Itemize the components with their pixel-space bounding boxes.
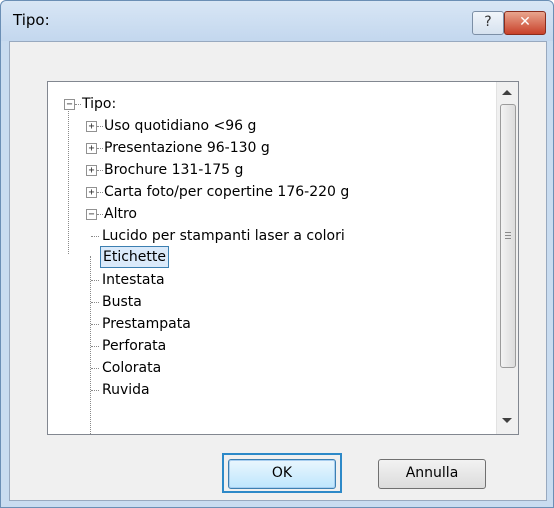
vertical-scrollbar[interactable] [496, 82, 518, 434]
close-button[interactable]: ✕ [504, 11, 546, 35]
grip-line [505, 232, 511, 233]
tree-item-lucido[interactable]: Lucido per stampanti laser a colori [102, 225, 345, 247]
tree-connector [91, 302, 99, 303]
cancel-button[interactable]: Annulla [378, 459, 486, 489]
title-bar[interactable]: Tipo: ? ✕ [1, 1, 553, 41]
tree-connector [97, 148, 103, 149]
collapse-icon[interactable]: − [64, 99, 75, 110]
tree-connector [75, 104, 81, 105]
tree-item-prestampata[interactable]: Prestampata [102, 313, 191, 335]
tree-item-etichette-selected[interactable]: Etichette [100, 246, 169, 268]
tree-connector [97, 170, 103, 171]
tree-connector [91, 280, 99, 281]
tree-connector [97, 214, 103, 215]
expand-icon[interactable]: + [86, 165, 97, 176]
grip-line [505, 238, 511, 239]
expand-icon[interactable]: + [86, 121, 97, 132]
expand-icon[interactable]: + [86, 143, 97, 154]
scroll-down-icon[interactable] [502, 418, 512, 423]
tree-root-label[interactable]: Tipo: [82, 93, 116, 115]
tree-item-ruvida[interactable]: Ruvida [102, 379, 150, 401]
dialog-content: − Tipo: + Uso quotidiano <96 g + Present… [9, 41, 547, 501]
type-tree-view[interactable]: − Tipo: + Uso quotidiano <96 g + Present… [47, 81, 519, 435]
collapse-icon[interactable]: − [86, 209, 97, 220]
grip-line [505, 235, 511, 236]
tree-item-perforata[interactable]: Perforata [102, 335, 166, 357]
tree-item-intestata[interactable]: Intestata [102, 269, 165, 291]
expand-icon[interactable]: + [86, 187, 97, 198]
tree-body: − Tipo: + Uso quotidiano <96 g + Present… [48, 82, 496, 434]
tree-connector [90, 256, 91, 434]
tree-item-carta-foto[interactable]: Carta foto/per copertine 176-220 g [104, 181, 349, 203]
tree-item-busta[interactable]: Busta [102, 291, 142, 313]
dialog-window: Tipo: ? ✕ − Tipo: + Uso quotidiano <96 g… [0, 0, 554, 508]
ok-button[interactable]: OK [228, 459, 336, 489]
scrollbar-thumb[interactable] [500, 104, 516, 368]
tree-connector [91, 390, 99, 391]
tree-connector [97, 126, 103, 127]
tree-connector [97, 192, 103, 193]
tree-connector [91, 236, 99, 237]
tree-connector [91, 324, 99, 325]
dialog-title: Tipo: [13, 11, 50, 29]
tree-item-altro[interactable]: Altro [104, 203, 137, 225]
tree-item-uso-quotidiano[interactable]: Uso quotidiano <96 g [104, 115, 256, 137]
tree-connector [68, 104, 69, 254]
tree-item-brochure[interactable]: Brochure 131-175 g [104, 159, 243, 181]
tree-connector [91, 346, 99, 347]
tree-item-presentazione[interactable]: Presentazione 96-130 g [104, 137, 270, 159]
tree-item-colorata[interactable]: Colorata [102, 357, 161, 379]
tree-connector [91, 368, 99, 369]
help-button[interactable]: ? [472, 11, 504, 35]
scroll-up-icon[interactable] [502, 90, 512, 95]
